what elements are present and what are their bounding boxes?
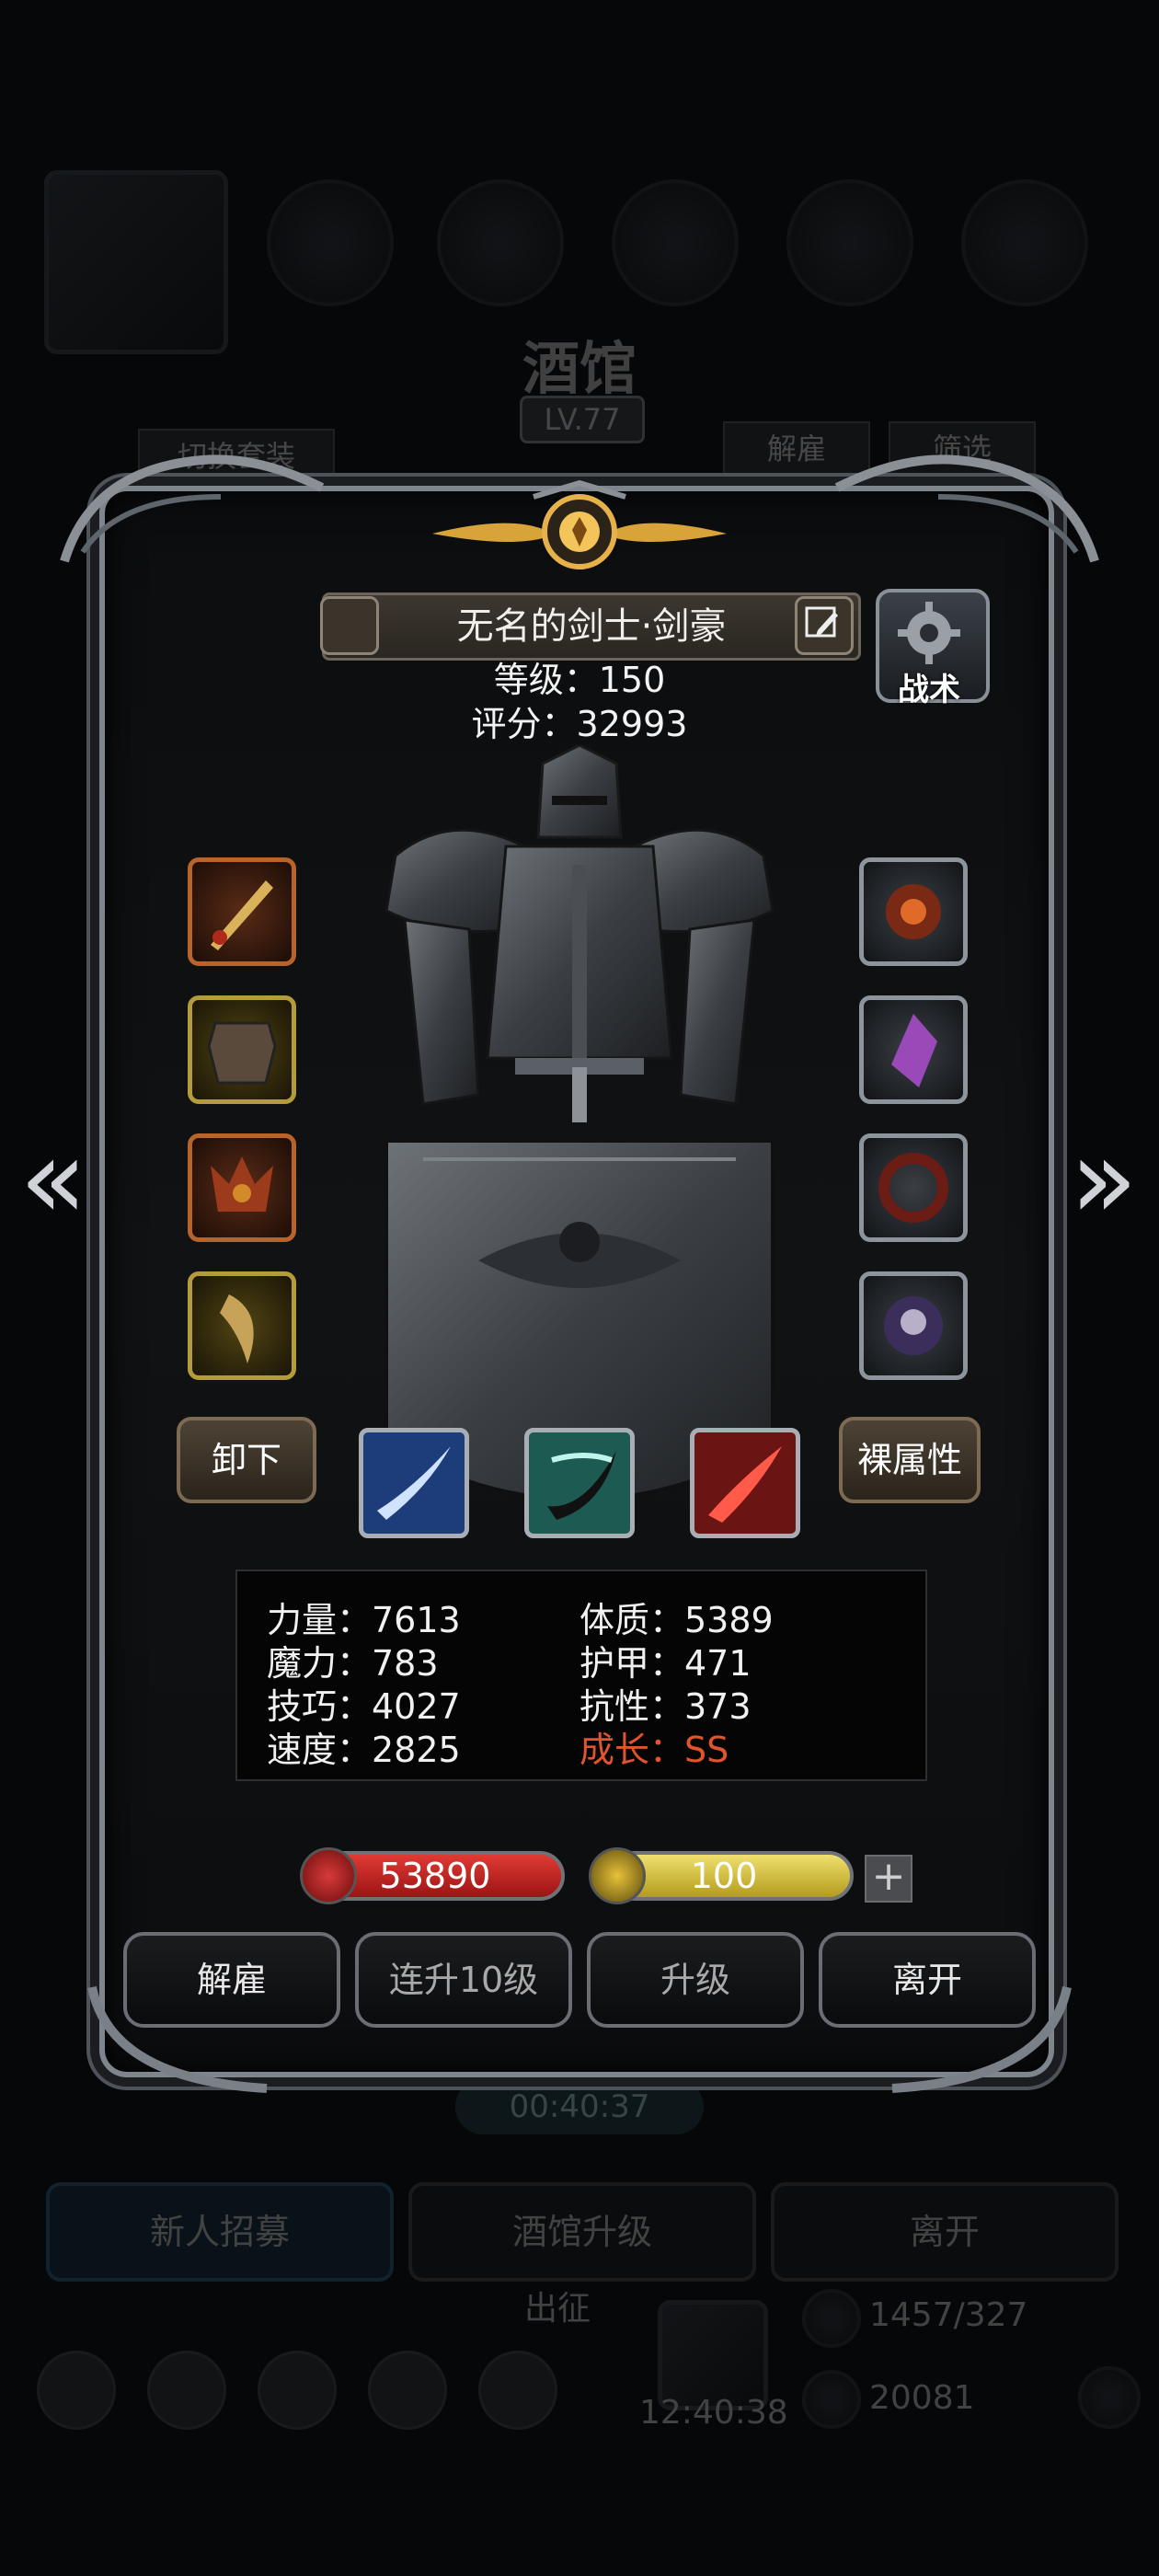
next-hero-arrow-icon[interactable]: » <box>1067 1125 1141 1236</box>
red-slash-icon <box>708 1446 782 1523</box>
bg-gold-value: 1457/327 <box>869 2296 1028 2334</box>
bg-gem-icon <box>802 2370 861 2429</box>
bg-gold-icon <box>802 2289 861 2348</box>
left-corner-ornament <box>60 454 325 563</box>
stat-growth: 成长：SS <box>580 1730 729 1770</box>
hero-name: 无名的剑士·剑豪 <box>456 605 727 648</box>
bg-settings-icon <box>1078 2366 1141 2429</box>
bg-hero-portrait <box>44 170 228 354</box>
edit-pencil-icon <box>805 606 838 638</box>
equip-slot-accessory-2[interactable] <box>859 995 968 1104</box>
skill-slot-1[interactable] <box>359 1428 469 1538</box>
bg-nav-icon <box>258 2351 337 2430</box>
bg-menu-icon <box>786 179 913 306</box>
equip-slot-helmet[interactable] <box>188 1133 296 1242</box>
edit-name-button[interactable] <box>795 596 854 655</box>
bg-tavern-upgrade-button: 酒馆升级 <box>408 2182 756 2282</box>
equip-slot-accessory-1[interactable] <box>859 857 968 966</box>
skill-slot-3[interactable] <box>690 1428 800 1538</box>
bg-recruit-button: 新人招募 <box>46 2182 394 2282</box>
dark-ring-icon <box>878 1153 948 1223</box>
bg-menu-icon <box>437 179 564 306</box>
equip-slot-accessory-4[interactable] <box>859 1271 968 1380</box>
bg-nav-icon <box>478 2351 557 2430</box>
skill-slot-2[interactable] <box>524 1428 635 1538</box>
bg-menu-icon <box>612 179 739 306</box>
bg-menu-icon <box>267 179 394 306</box>
teal-slash-icon <box>547 1451 616 1520</box>
hero-name-plate: 无名的剑士·剑豪 <box>322 592 861 661</box>
knight-character-art <box>384 745 775 1501</box>
equip-slot-gloves[interactable] <box>188 1271 296 1380</box>
fire-orb-icon <box>886 884 941 939</box>
hp-value: 53890 <box>379 1856 491 1896</box>
blue-slash-icon <box>377 1446 451 1520</box>
bg-tavern-title: 酒馆 <box>522 335 637 402</box>
bg-clock: 12:40:38 <box>639 2394 788 2432</box>
bg-gem-value: 20081 <box>869 2379 975 2417</box>
equip-slot-accessory-3[interactable] <box>859 1133 968 1242</box>
demon-mask-icon <box>211 1156 273 1212</box>
base-attributes-button[interactable]: 裸属性 <box>839 1417 981 1503</box>
prev-hero-arrow-icon[interactable]: « <box>17 1125 90 1236</box>
sword-icon <box>211 880 273 950</box>
tactic-label: 战术 <box>898 672 960 708</box>
add-energy-button[interactable]: + <box>865 1855 912 1903</box>
bg-timer: 00:40:37 <box>455 2079 704 2134</box>
level-up-button[interactable]: 升级 <box>587 1932 804 2028</box>
bg-menu-icon <box>961 179 1088 306</box>
equip-slot-armor[interactable] <box>188 995 296 1104</box>
claw-icon <box>220 1294 254 1363</box>
crest-emblem-icon <box>432 479 727 569</box>
right-corner-ornament <box>834 454 1099 563</box>
energy-bar: 100 <box>589 1847 854 1904</box>
hero-score: 评分：32993 <box>471 704 688 744</box>
leave-button[interactable]: 离开 <box>819 1932 1036 2028</box>
armor-icon <box>207 1021 277 1085</box>
bg-tavern-level: LV.77 <box>520 396 645 443</box>
bg-nav-icon <box>37 2351 116 2430</box>
skull-medal-icon <box>884 1296 943 1355</box>
level-up-10-button[interactable]: 连升10级 <box>355 1932 572 2028</box>
equip-slot-weapon[interactable] <box>188 857 296 966</box>
energy-value: 100 <box>690 1856 758 1896</box>
hp-bar: 53890 <box>300 1847 565 1904</box>
bg-nav-icon <box>147 2351 226 2430</box>
bg-expedition-label: 出征 <box>524 2290 591 2328</box>
bg-leave-button: 离开 <box>771 2182 1119 2282</box>
hero-class-icon[interactable] <box>320 596 379 655</box>
dismiss-button[interactable]: 解雇 <box>123 1932 340 2028</box>
stat-speed: 速度：2825 <box>267 1730 461 1770</box>
crystal-icon <box>891 1014 937 1087</box>
unequip-button[interactable]: 卸下 <box>177 1417 316 1503</box>
bg-nav-icon <box>368 2351 447 2430</box>
